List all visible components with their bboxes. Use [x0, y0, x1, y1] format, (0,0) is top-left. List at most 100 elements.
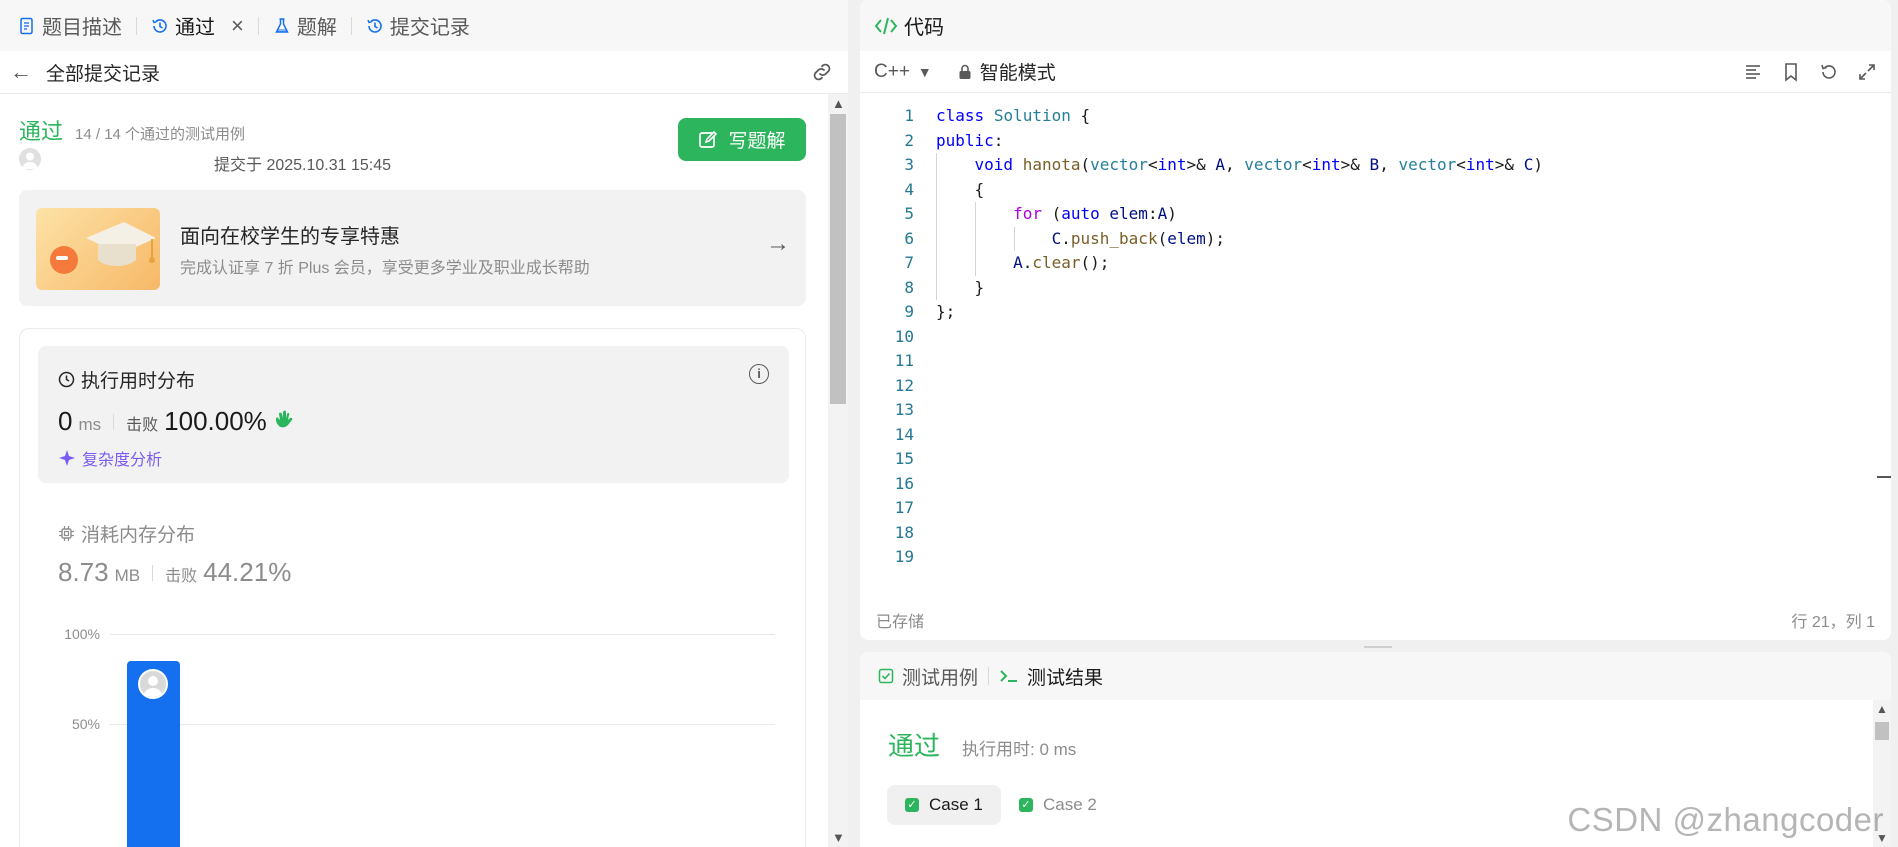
line-number: 3	[904, 155, 914, 174]
case-1-tab[interactable]: ✓ Case 1	[887, 785, 1001, 825]
tab-test-result[interactable]: 测试结果	[999, 663, 1103, 690]
format-icon[interactable]	[1743, 62, 1763, 82]
close-icon[interactable]: ×	[231, 14, 244, 37]
line-number: 10	[894, 326, 914, 346]
line-number: 19	[894, 547, 914, 566]
clock-icon	[58, 371, 75, 388]
result-row: 通过 执行用时: 0 ms	[888, 726, 1076, 763]
arrow-right-icon[interactable]: →	[766, 230, 790, 258]
code-content[interactable]: class Solution {public: void hanota(vect…	[936, 104, 1543, 325]
tab-divider	[257, 16, 259, 35]
status-row: 通过 14 / 14 个通过的测试用例	[19, 114, 245, 146]
tab-testcases[interactable]: 测试用例	[878, 663, 978, 690]
reset-icon[interactable]	[1819, 62, 1839, 82]
tab-submissions[interactable]: 提交记录	[362, 0, 474, 51]
performance-card: 执行用时分布 i 0 ms 击败 100.00% 复杂度分析 消耗内存分布 8.…	[19, 328, 806, 847]
tab-solutions[interactable]: 题解	[269, 0, 341, 51]
memory-beat-label: 击败	[165, 568, 198, 585]
left-scrollbar[interactable]: ▲ ▼	[828, 94, 848, 847]
testcase-count: 14 / 14 个通过的测试用例	[75, 126, 246, 143]
submission-panel: 题目描述 通过 × 题解 提交记录 ← 全部提交记录 通过 14 / 14 个通…	[0, 0, 848, 847]
sparkle-icon	[59, 450, 75, 466]
line-number: 16	[894, 473, 914, 493]
document-icon	[20, 17, 33, 34]
case-2-tab[interactable]: ✓ Case 2	[1001, 785, 1115, 825]
language-select[interactable]: C++ ▼	[874, 61, 932, 83]
line-number: 13	[894, 400, 914, 419]
history-icon	[152, 18, 167, 33]
line-number: 18	[894, 522, 914, 542]
line-number: 17	[894, 498, 914, 517]
line-number: 11	[894, 351, 914, 370]
check-icon: ✓	[1019, 798, 1033, 812]
mode-label: 智能模式	[979, 63, 1056, 84]
line-number: 12	[894, 375, 914, 395]
runtime-distribution[interactable]: 执行用时分布 i 0 ms 击败 100.00% 复杂度分析	[38, 346, 789, 483]
tab-description[interactable]: 题目描述	[14, 0, 126, 51]
line-number: 8	[904, 277, 914, 297]
student-promo-banner[interactable]: 面向在校学生的专享特惠 完成认证享 7 折 Plus 会员，享受更多学业及职业成…	[19, 190, 806, 306]
smart-mode-toggle[interactable]: 智能模式	[958, 58, 1056, 85]
avatar	[138, 669, 168, 699]
scroll-thumb[interactable]	[1875, 722, 1889, 740]
language-label: C++	[874, 60, 910, 82]
tab-divider	[350, 16, 352, 35]
scroll-down-icon[interactable]: ▼	[832, 830, 845, 845]
runtime-title: 执行用时分布	[58, 366, 195, 393]
tab-label: 测试结果	[1027, 667, 1104, 689]
edit-icon	[699, 130, 718, 148]
memory-beat-value: 44.21%	[203, 557, 292, 587]
case-label: Case 2	[1043, 795, 1097, 814]
panel-resize-handle[interactable]	[1364, 646, 1392, 648]
tab-label: 提交记录	[389, 17, 470, 39]
chevron-down-icon: ▼	[917, 63, 932, 80]
avatar[interactable]	[19, 148, 41, 170]
runtime-beat-label: 击败	[126, 417, 159, 434]
divider	[152, 565, 154, 581]
all-submissions-link[interactable]: 全部提交记录	[46, 59, 160, 86]
info-icon[interactable]: i	[749, 364, 769, 384]
line-number: 4	[904, 179, 914, 199]
memory-unit: MB	[114, 566, 141, 585]
code-status-bar: 已存储 行 21，列 1	[860, 600, 1891, 640]
status-label: 通过	[19, 119, 64, 144]
bookmark-icon[interactable]	[1781, 62, 1801, 82]
code-toolbar: C++ ▼ 智能模式	[860, 51, 1891, 93]
back-arrow-icon[interactable]: ←	[10, 59, 32, 85]
check-icon: ✓	[905, 798, 919, 812]
terminal-icon	[1000, 670, 1018, 682]
line-number: 6	[904, 228, 914, 248]
editor-scrollbar[interactable]	[1877, 94, 1891, 582]
tab-accepted[interactable]: 通过 ×	[147, 0, 248, 51]
line-number: 2	[904, 130, 914, 150]
code-line: };	[936, 302, 956, 321]
code-editor[interactable]: 1 2 3 4 5 6 7 8 9 10 11 12 13 14 15 16 17 18 19 class Solu…	[860, 94, 1891, 582]
gridline	[110, 724, 775, 725]
graduation-cap-illustration	[36, 208, 160, 290]
code-panel: 代码 C++ ▼ 智能模式 1 2 3 4 5 6 7 8 9 10 11 12 13 14 15 16 17 1…	[860, 0, 1891, 640]
gridline	[110, 634, 775, 635]
submission-detail: 通过 14 / 14 个通过的测试用例 提交于 2025.10.31 15:45…	[0, 94, 828, 847]
runtime-unit: ms	[78, 415, 102, 434]
history-icon	[367, 18, 382, 33]
checkbox-icon	[878, 668, 894, 684]
lock-icon	[959, 64, 971, 79]
csdn-watermark: CSDN @zhangcoder	[1567, 801, 1884, 838]
code-line: {	[936, 179, 985, 199]
link-icon[interactable]	[810, 60, 834, 84]
write-solution-button[interactable]: 写题解	[678, 118, 806, 161]
tab-label: 通过	[175, 17, 215, 39]
left-tab-bar: 题目描述 通过 × 题解 提交记录	[0, 0, 848, 51]
code-line: C.push_back(elem);	[1051, 228, 1226, 248]
line-number: 5	[904, 204, 914, 223]
scroll-thumb[interactable]	[830, 114, 846, 404]
complexity-analysis-link[interactable]: 复杂度分析	[58, 446, 162, 470]
code-line: public:	[936, 130, 1004, 150]
code-panel-header: 代码	[860, 0, 1891, 51]
scroll-up-icon[interactable]: ▲	[1876, 702, 1888, 716]
expand-icon[interactable]	[1857, 62, 1877, 82]
line-number-gutter: 1 2 3 4 5 6 7 8 9 10 11 12 13 14 15 16 17 18 19	[860, 104, 914, 570]
memory-title[interactable]: 消耗内存分布	[58, 520, 195, 547]
runtime-stats: 0 ms 击败 100.00%	[58, 406, 295, 437]
scroll-up-icon[interactable]: ▲	[832, 96, 845, 111]
